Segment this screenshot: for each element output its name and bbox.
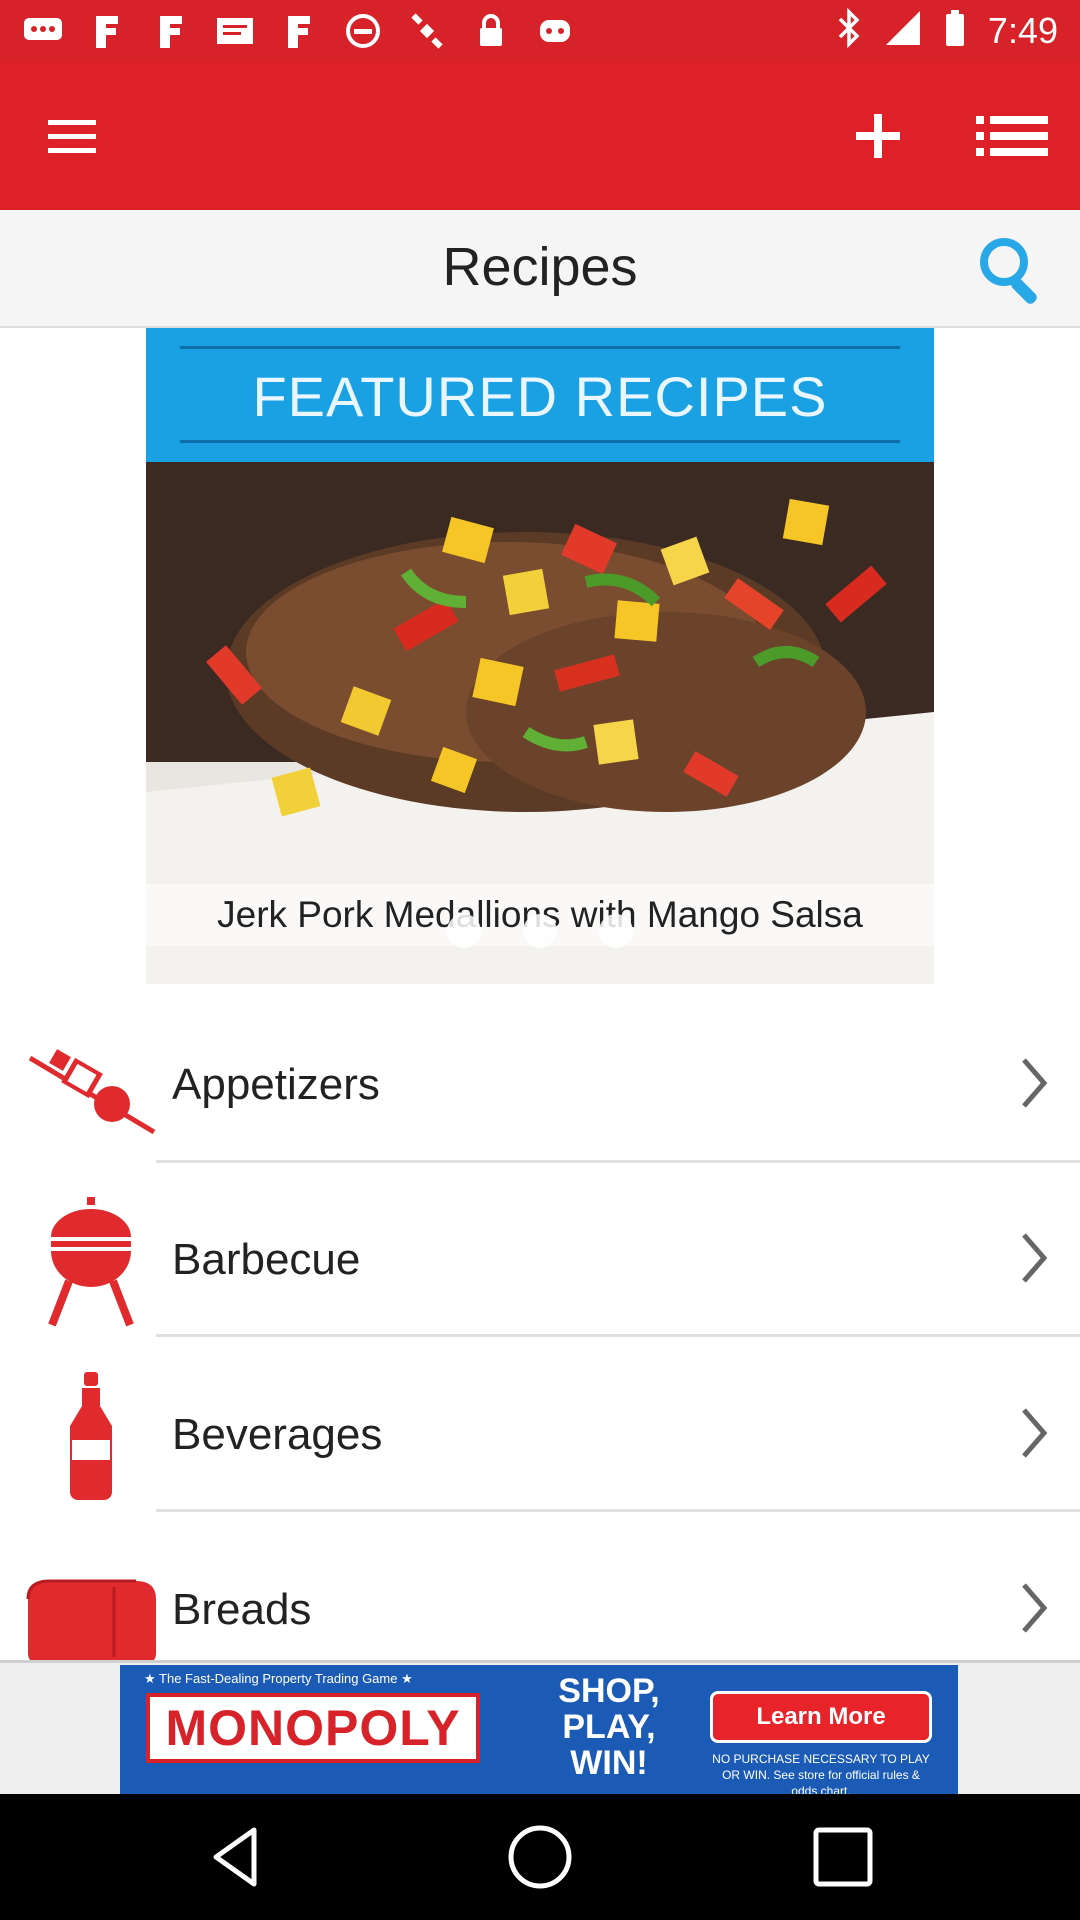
clock: 7:49	[987, 9, 1058, 51]
list-item-label: Barbecue	[172, 1235, 361, 1284]
ad-container: ★ The Fast-Dealing Property Trading Game…	[0, 1660, 1080, 1797]
page-title: Recipes	[442, 237, 638, 297]
ad-slogan: SHOP, PLAY, WIN!	[558, 1672, 660, 1782]
ad-tagline: ★ The Fast-Dealing Property Trading Game…	[144, 1671, 413, 1686]
list-item-appetizers[interactable]: Appetizers	[0, 1000, 1080, 1174]
carousel-dot[interactable]	[523, 914, 557, 948]
message-icon	[214, 10, 256, 52]
fakebook-icon	[278, 10, 320, 52]
header-rule	[180, 440, 900, 443]
satellite-icon	[406, 10, 448, 52]
lock-icon	[470, 10, 512, 52]
list-view-button[interactable]	[972, 106, 1052, 166]
featured-recipe-banner[interactable]: FEATURED RECIPES Jerk Pork Medallions wi…	[146, 328, 934, 984]
notification-icons	[22, 10, 576, 52]
ad-learn-more-button[interactable]: Learn More	[710, 1691, 932, 1743]
chevron-right-icon	[1022, 1583, 1048, 1633]
carousel-dot[interactable]	[447, 914, 481, 948]
featured-header: FEATURED RECIPES	[146, 328, 934, 462]
list-item-beverages[interactable]: Beverages	[0, 1350, 1080, 1524]
ad-banner[interactable]: ★ The Fast-Dealing Property Trading Game…	[120, 1665, 958, 1795]
signal-icon	[884, 9, 922, 52]
bluetooth-icon	[836, 7, 862, 53]
ad-fineprint: NO PURCHASE NECESSARY TO PLAY OR WIN. Se…	[712, 1752, 930, 1795]
chat-icon	[22, 10, 64, 52]
home-icon	[508, 1825, 572, 1889]
ad-brand-logo: MONOPOLY	[146, 1693, 480, 1763]
system-status: 7:49	[836, 7, 1058, 53]
list-item-barbecue[interactable]: Barbecue	[0, 1175, 1080, 1349]
status-bar: 7:49	[0, 0, 1080, 62]
grill-icon	[48, 1197, 134, 1327]
divider	[156, 1160, 1080, 1163]
recents-button[interactable]	[808, 1822, 878, 1892]
divider	[156, 1509, 1080, 1512]
chevron-right-icon	[1022, 1233, 1048, 1283]
divider	[156, 1334, 1080, 1337]
home-button[interactable]	[505, 1822, 575, 1892]
system-navigation-bar	[0, 1794, 1080, 1920]
chevron-right-icon	[1022, 1408, 1048, 1458]
list-item-label: Appetizers	[172, 1060, 380, 1109]
chevron-right-icon	[1022, 1058, 1048, 1108]
plus-icon	[856, 114, 900, 158]
hamburger-icon	[48, 120, 96, 153]
carousel-dot[interactable]	[599, 914, 633, 948]
list-item-label: Beverages	[172, 1410, 383, 1459]
recents-icon	[813, 1827, 873, 1887]
app-bar	[0, 62, 1080, 210]
header-rule	[180, 346, 900, 349]
list-item-label: Breads	[172, 1585, 312, 1634]
add-recipe-button[interactable]	[848, 106, 908, 166]
carousel-indicator[interactable]	[0, 914, 1080, 948]
fakebook-icon	[86, 10, 128, 52]
bottle-icon	[70, 1372, 112, 1500]
search-icon	[980, 238, 1037, 304]
game-icon	[534, 10, 576, 52]
featured-title: FEATURED RECIPES	[252, 365, 828, 428]
search-button[interactable]	[972, 232, 1052, 308]
title-bar: Recipes	[0, 210, 1080, 328]
hamburger-menu-button[interactable]	[40, 106, 104, 166]
bread-icon	[26, 1579, 156, 1667]
skewer-icon	[28, 1049, 156, 1135]
back-icon	[213, 1827, 257, 1887]
battery-icon	[944, 9, 966, 52]
fakebook-icon	[150, 10, 192, 52]
list-icon	[976, 116, 1048, 156]
blocked-icon	[342, 10, 384, 52]
back-button[interactable]	[202, 1822, 272, 1892]
